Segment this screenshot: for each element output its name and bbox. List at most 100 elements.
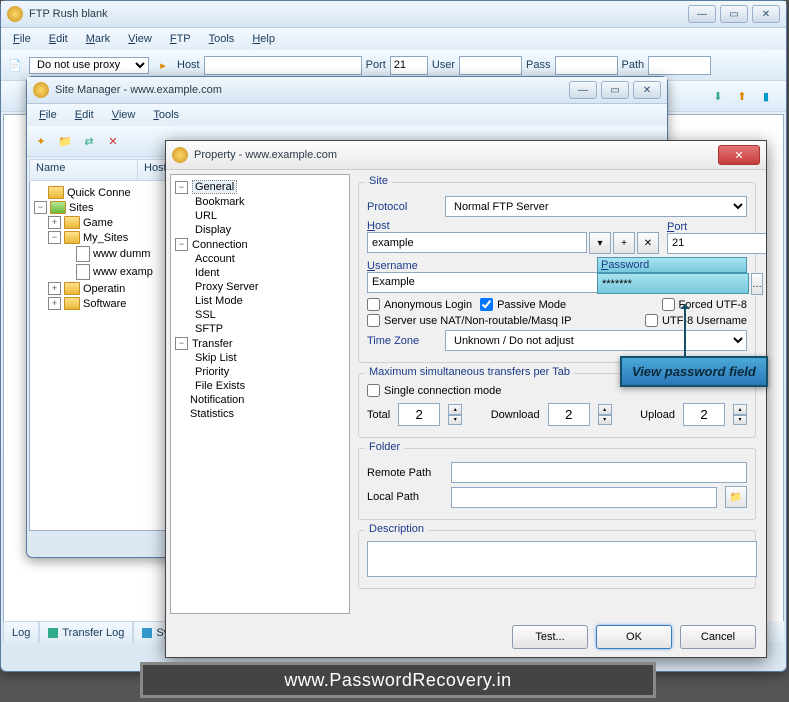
host-add-button[interactable]: + [613, 232, 635, 254]
new-doc-icon[interactable]: 📄 [5, 55, 25, 75]
password-input[interactable] [597, 273, 749, 294]
total-spinner[interactable] [398, 403, 440, 426]
user-input[interactable] [459, 56, 522, 75]
collapse-icon[interactable]: − [34, 201, 47, 214]
nav-general[interactable]: −General [175, 179, 345, 195]
nat-checkbox[interactable]: Server use NAT/Non-routable/Masq IP [367, 314, 571, 327]
sm-menu-edit[interactable]: Edit [67, 107, 102, 123]
menu-tools[interactable]: Tools [201, 31, 243, 47]
nav-fileexists[interactable]: File Exists [195, 379, 345, 393]
upload-spin-buttons[interactable]: ▴▾ [733, 404, 747, 425]
nav-connection[interactable]: −Connection [175, 237, 345, 252]
close-button[interactable]: ✕ [752, 5, 780, 23]
menu-mark[interactable]: Mark [78, 31, 118, 47]
protocol-label: Protocol [367, 201, 437, 213]
browse-folder-button[interactable]: 📁 [725, 486, 747, 508]
username-input[interactable] [367, 272, 599, 293]
nav-priority[interactable]: Priority [195, 365, 345, 379]
expand-icon[interactable]: + [48, 216, 61, 229]
nav-statistics[interactable]: Statistics [175, 407, 345, 421]
menu-edit[interactable]: Edit [41, 31, 76, 47]
nav-bookmark[interactable]: Bookmark [195, 195, 345, 209]
path-label: Path [622, 59, 645, 71]
nav-ssl[interactable]: SSL [195, 308, 345, 322]
sm-menu-tools[interactable]: Tools [145, 107, 187, 123]
connect-icon[interactable]: ▸ [153, 55, 173, 75]
timezone-select[interactable]: Unknown / Do not adjust [445, 330, 747, 351]
footer-watermark: www.PasswordRecovery.in [140, 662, 656, 698]
nav-url[interactable]: URL [195, 209, 345, 223]
tb-icon-2[interactable]: ⬆ [732, 86, 752, 106]
download-spin-buttons[interactable]: ▴▾ [598, 404, 612, 425]
passive-checkbox[interactable]: Passive Mode [480, 298, 566, 311]
collapse-icon[interactable]: − [175, 181, 188, 194]
expand-icon[interactable]: + [48, 282, 61, 295]
test-button[interactable]: Test... [512, 625, 588, 649]
cancel-button[interactable]: Cancel [680, 625, 756, 649]
sm-new-icon[interactable]: ✦ [31, 131, 51, 151]
protocol-select[interactable]: Normal FTP Server [445, 196, 747, 217]
maximize-button[interactable]: ▭ [720, 5, 748, 23]
sm-maximize-button[interactable]: ▭ [601, 81, 629, 99]
nav-display[interactable]: Display [195, 223, 345, 237]
col-name[interactable]: Name [30, 160, 138, 180]
nav-skip[interactable]: Skip List [195, 351, 345, 365]
prop-titlebar: Property - www.example.com ✕ [166, 141, 766, 170]
sm-menu-view[interactable]: View [104, 107, 144, 123]
prop-close-button[interactable]: ✕ [718, 145, 760, 165]
menu-help[interactable]: Help [244, 31, 283, 47]
ok-button[interactable]: OK [596, 625, 672, 649]
tab-log[interactable]: Log [3, 621, 39, 643]
host-input[interactable] [204, 56, 362, 75]
host-dropdown-button[interactable]: ▾ [589, 232, 611, 254]
sm-connect-icon[interactable]: ⇄ [79, 131, 99, 151]
collapse-icon[interactable]: − [175, 238, 188, 251]
nav-listmode[interactable]: List Mode [195, 294, 345, 308]
nav-account[interactable]: Account [195, 252, 345, 266]
menu-file[interactable]: File [5, 31, 39, 47]
tab-transfer-log[interactable]: Transfer Log [39, 621, 133, 643]
anonymous-checkbox[interactable]: Anonymous Login [367, 298, 472, 311]
download-label: Download [491, 409, 540, 421]
collapse-icon[interactable]: − [175, 337, 188, 350]
tb-icon-3[interactable]: ▮ [756, 86, 776, 106]
utf8-username-checkbox[interactable]: UTF-8 Username [645, 314, 747, 327]
syst-icon [142, 628, 152, 638]
nav-sftp[interactable]: SFTP [195, 322, 345, 336]
password-more-button[interactable]: … [751, 273, 763, 295]
description-textarea[interactable] [367, 541, 757, 577]
folder-icon [64, 297, 80, 310]
sm-minimize-button[interactable]: — [569, 81, 597, 99]
tb-icon-1[interactable]: ⬇ [708, 86, 728, 106]
remote-path-input[interactable] [451, 462, 747, 483]
host-remove-button[interactable]: ✕ [637, 232, 659, 254]
nav-transfer[interactable]: −Transfer [175, 336, 345, 351]
total-spin-buttons[interactable]: ▴▾ [448, 404, 462, 425]
utf8-checkbox[interactable]: Forced UTF-8 [662, 298, 747, 311]
expand-icon[interactable]: + [48, 297, 61, 310]
nav-proxy[interactable]: Proxy Server [195, 280, 345, 294]
upload-spinner[interactable] [683, 403, 725, 426]
menu-view[interactable]: View [120, 31, 160, 47]
nav-notification[interactable]: Notification [175, 393, 345, 407]
pass-input[interactable] [555, 56, 618, 75]
local-path-input[interactable] [451, 487, 717, 508]
port-input[interactable] [667, 233, 766, 254]
proxy-select[interactable]: Do not use proxy [29, 57, 149, 74]
sm-folder-icon[interactable]: 📁 [55, 131, 75, 151]
sm-menu-file[interactable]: File [31, 107, 65, 123]
group-site: Site ProtocolNormal FTP Server Host ▾+✕ … [358, 182, 756, 363]
nav-ident[interactable]: Ident [195, 266, 345, 280]
callout-arrow [684, 305, 686, 357]
sm-close-button[interactable]: ✕ [633, 81, 661, 99]
sm-delete-icon[interactable]: ✕ [103, 131, 123, 151]
main-title: FTP Rush blank [29, 8, 688, 20]
menu-ftp[interactable]: FTP [162, 31, 199, 47]
path-input[interactable] [648, 56, 711, 75]
minimize-button[interactable]: — [688, 5, 716, 23]
download-spinner[interactable] [548, 403, 590, 426]
host-input[interactable] [367, 232, 587, 253]
collapse-icon[interactable]: − [48, 231, 61, 244]
port-input[interactable] [390, 56, 428, 75]
sm-menubar: File Edit View Tools [27, 104, 667, 126]
